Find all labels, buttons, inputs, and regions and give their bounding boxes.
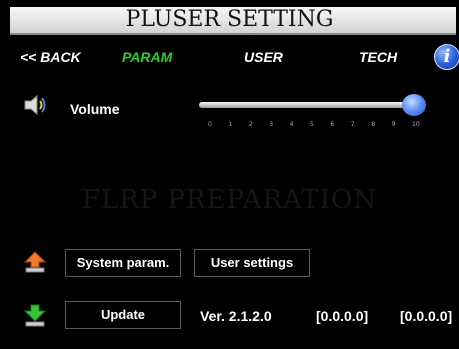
volume-tick-label: 5 bbox=[310, 121, 314, 128]
volume-tick-label: 9 bbox=[391, 121, 396, 128]
status-value-2: [0.0.0.0] bbox=[400, 308, 453, 324]
system-param-button[interactable]: System param. bbox=[65, 249, 181, 277]
volume-tick-label: 6 bbox=[330, 121, 335, 128]
volume-tick-label: 2 bbox=[248, 121, 253, 128]
user-settings-button[interactable]: User settings bbox=[194, 249, 310, 277]
upload-arrow-icon bbox=[23, 250, 47, 274]
volume-label: Volume bbox=[70, 101, 120, 117]
status-value-1: [0.0.0.0] bbox=[316, 308, 369, 324]
tab-user[interactable]: USER bbox=[244, 48, 283, 66]
update-button[interactable]: Update bbox=[65, 301, 181, 329]
version-text: Ver. 2.1.2.0 bbox=[200, 308, 272, 324]
info-icon[interactable]: i bbox=[434, 44, 459, 70]
download-arrow-icon bbox=[23, 303, 47, 327]
back-button[interactable]: << BACK bbox=[20, 48, 81, 66]
volume-tick-label: 1 bbox=[228, 121, 233, 128]
volume-tick-label: 0 bbox=[208, 121, 212, 128]
volume-tick-label: 3 bbox=[269, 121, 274, 128]
tab-tech[interactable]: TECH bbox=[359, 48, 397, 66]
volume-tick-label: 4 bbox=[289, 121, 294, 128]
volume-tick-label: 10 bbox=[412, 121, 420, 128]
volume-tick-label: 8 bbox=[371, 121, 376, 128]
volume-slider-track[interactable] bbox=[199, 102, 415, 108]
volume-slider-knob[interactable] bbox=[402, 94, 426, 116]
volume-tick-label: 7 bbox=[350, 121, 355, 128]
background-text: FLRP PREPARATION bbox=[81, 185, 378, 215]
page-title: PLUSER SETTING bbox=[125, 7, 334, 32]
tab-param[interactable]: PARAM bbox=[122, 48, 172, 66]
speaker-icon bbox=[22, 93, 48, 117]
